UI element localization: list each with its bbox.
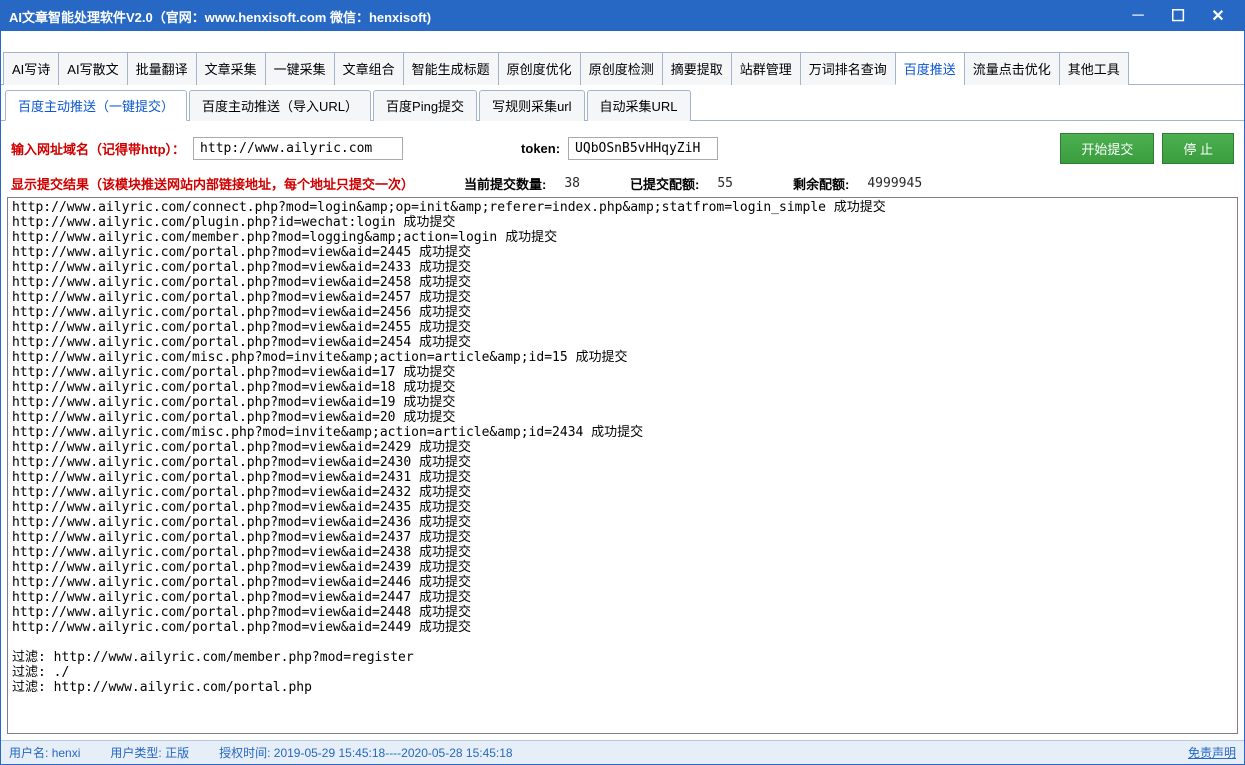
main-tab-6[interactable]: 智能生成标题 <box>403 52 499 85</box>
log-line: http://www.ailyric.com/portal.php?mod=vi… <box>12 395 1233 410</box>
log-line: http://www.ailyric.com/portal.php?mod=vi… <box>12 515 1233 530</box>
close-button[interactable]: ✕ <box>1200 5 1236 27</box>
sub-tab-0[interactable]: 百度主动推送（一键提交） <box>5 90 187 121</box>
log-line: http://www.ailyric.com/portal.php?mod=vi… <box>12 485 1233 500</box>
sub-tab-2[interactable]: 百度Ping提交 <box>373 90 477 121</box>
main-tabs: AI写诗AI写散文批量翻译文章采集一键采集文章组合智能生成标题原创度优化原创度检… <box>1 31 1244 85</box>
token-input[interactable] <box>568 137 718 160</box>
log-line: 过滤: http://www.ailyric.com/member.php?mo… <box>12 650 1233 665</box>
log-line: 过滤: http://www.ailyric.com/portal.php <box>12 680 1233 695</box>
log-line: http://www.ailyric.com/portal.php?mod=vi… <box>12 410 1233 425</box>
log-line <box>12 635 1233 650</box>
log-line: http://www.ailyric.com/portal.php?mod=vi… <box>12 260 1233 275</box>
log-line: http://www.ailyric.com/portal.php?mod=vi… <box>12 530 1233 545</box>
input-row: 输入网址域名（记得带http）： token: 开始提交 停 止 <box>7 127 1238 170</box>
main-tab-12[interactable]: 百度推送 <box>895 52 965 85</box>
main-tab-0[interactable]: AI写诗 <box>3 52 59 85</box>
domain-label: 输入网址域名（记得带http）： <box>11 139 185 158</box>
main-tab-8[interactable]: 原创度检测 <box>580 52 663 85</box>
minimize-button[interactable]: ─ <box>1120 5 1156 27</box>
result-header-label: 显示提交结果（该模块推送网站内部链接地址，每个地址只提交一次） <box>11 174 414 193</box>
log-output[interactable]: http://www.ailyric.com/connect.php?mod=l… <box>7 197 1238 734</box>
log-line: http://www.ailyric.com/portal.php?mod=vi… <box>12 305 1233 320</box>
log-line: http://www.ailyric.com/portal.php?mod=vi… <box>12 320 1233 335</box>
log-line: http://www.ailyric.com/portal.php?mod=vi… <box>12 620 1233 635</box>
log-line: http://www.ailyric.com/portal.php?mod=vi… <box>12 455 1233 470</box>
log-line: http://www.ailyric.com/portal.php?mod=vi… <box>12 440 1233 455</box>
log-line: http://www.ailyric.com/portal.php?mod=vi… <box>12 275 1233 290</box>
log-line: http://www.ailyric.com/portal.php?mod=vi… <box>12 335 1233 350</box>
current-count-label: 当前提交数量: <box>464 174 546 193</box>
main-tab-7[interactable]: 原创度优化 <box>498 52 581 85</box>
log-line: http://www.ailyric.com/portal.php?mod=vi… <box>12 380 1233 395</box>
log-line: http://www.ailyric.com/misc.php?mod=invi… <box>12 350 1233 365</box>
sub-tab-4[interactable]: 自动采集URL <box>587 90 691 121</box>
token-label: token: <box>521 141 560 156</box>
main-tab-10[interactable]: 站群管理 <box>731 52 801 85</box>
status-auth: 授权时间: 2019-05-29 15:45:18----2020-05-28 … <box>219 744 513 761</box>
remaining-quota-value: 4999945 <box>867 176 922 191</box>
main-tab-9[interactable]: 摘要提取 <box>662 52 732 85</box>
app-window: AI文章智能处理软件V2.0（官网：www.henxisoft.com 微信：h… <box>0 0 1245 765</box>
submitted-quota-value: 55 <box>717 176 733 191</box>
sub-tab-3[interactable]: 写规则采集url <box>479 90 584 121</box>
domain-input[interactable] <box>193 137 403 160</box>
log-line: 过滤: ./ <box>12 665 1233 680</box>
main-tab-4[interactable]: 一键采集 <box>265 52 335 85</box>
main-tab-5[interactable]: 文章组合 <box>334 52 404 85</box>
log-line: http://www.ailyric.com/misc.php?mod=invi… <box>12 425 1233 440</box>
statusbar: 用户名: henxi 用户类型: 正版 授权时间: 2019-05-29 15:… <box>1 740 1244 764</box>
main-tab-1[interactable]: AI写散文 <box>58 52 127 85</box>
log-line: http://www.ailyric.com/connect.php?mod=l… <box>12 200 1233 215</box>
main-tab-14[interactable]: 其他工具 <box>1059 52 1129 85</box>
maximize-button[interactable]: ☐ <box>1160 5 1196 27</box>
main-tab-11[interactable]: 万词排名查询 <box>800 52 896 85</box>
main-tab-13[interactable]: 流量点击优化 <box>964 52 1060 85</box>
log-line: http://www.ailyric.com/portal.php?mod=vi… <box>12 245 1233 260</box>
disclaimer-link[interactable]: 免责声明 <box>1188 744 1236 761</box>
content-area: 输入网址域名（记得带http）： token: 开始提交 停 止 显示提交结果（… <box>1 121 1244 740</box>
status-user: 用户名: henxi <box>9 744 80 761</box>
sub-tab-1[interactable]: 百度主动推送（导入URL） <box>189 90 371 121</box>
start-submit-button[interactable]: 开始提交 <box>1060 133 1154 164</box>
main-tab-2[interactable]: 批量翻译 <box>127 52 197 85</box>
log-line: http://www.ailyric.com/portal.php?mod=vi… <box>12 545 1233 560</box>
log-line: http://www.ailyric.com/member.php?mod=lo… <box>12 230 1233 245</box>
sub-tabs: 百度主动推送（一键提交）百度主动推送（导入URL）百度Ping提交写规则采集ur… <box>1 85 1244 121</box>
window-controls: ─ ☐ ✕ <box>1120 5 1236 27</box>
submitted-quota-label: 已提交配额: <box>630 174 699 193</box>
remaining-quota-label: 剩余配额: <box>793 174 849 193</box>
window-title: AI文章智能处理软件V2.0（官网：www.henxisoft.com 微信：h… <box>9 7 1120 26</box>
titlebar: AI文章智能处理软件V2.0（官网：www.henxisoft.com 微信：h… <box>1 1 1244 31</box>
stop-button[interactable]: 停 止 <box>1162 133 1234 164</box>
result-header: 显示提交结果（该模块推送网站内部链接地址，每个地址只提交一次） 当前提交数量: 3… <box>7 170 1238 197</box>
log-line: http://www.ailyric.com/portal.php?mod=vi… <box>12 290 1233 305</box>
log-line: http://www.ailyric.com/plugin.php?id=wec… <box>12 215 1233 230</box>
log-line: http://www.ailyric.com/portal.php?mod=vi… <box>12 560 1233 575</box>
main-tab-3[interactable]: 文章采集 <box>196 52 266 85</box>
log-line: http://www.ailyric.com/portal.php?mod=vi… <box>12 500 1233 515</box>
log-line: http://www.ailyric.com/portal.php?mod=vi… <box>12 590 1233 605</box>
current-count-value: 38 <box>564 176 580 191</box>
log-line: http://www.ailyric.com/portal.php?mod=vi… <box>12 365 1233 380</box>
status-type: 用户类型: 正版 <box>110 744 189 761</box>
log-line: http://www.ailyric.com/portal.php?mod=vi… <box>12 470 1233 485</box>
log-line: http://www.ailyric.com/portal.php?mod=vi… <box>12 575 1233 590</box>
log-line: http://www.ailyric.com/portal.php?mod=vi… <box>12 605 1233 620</box>
